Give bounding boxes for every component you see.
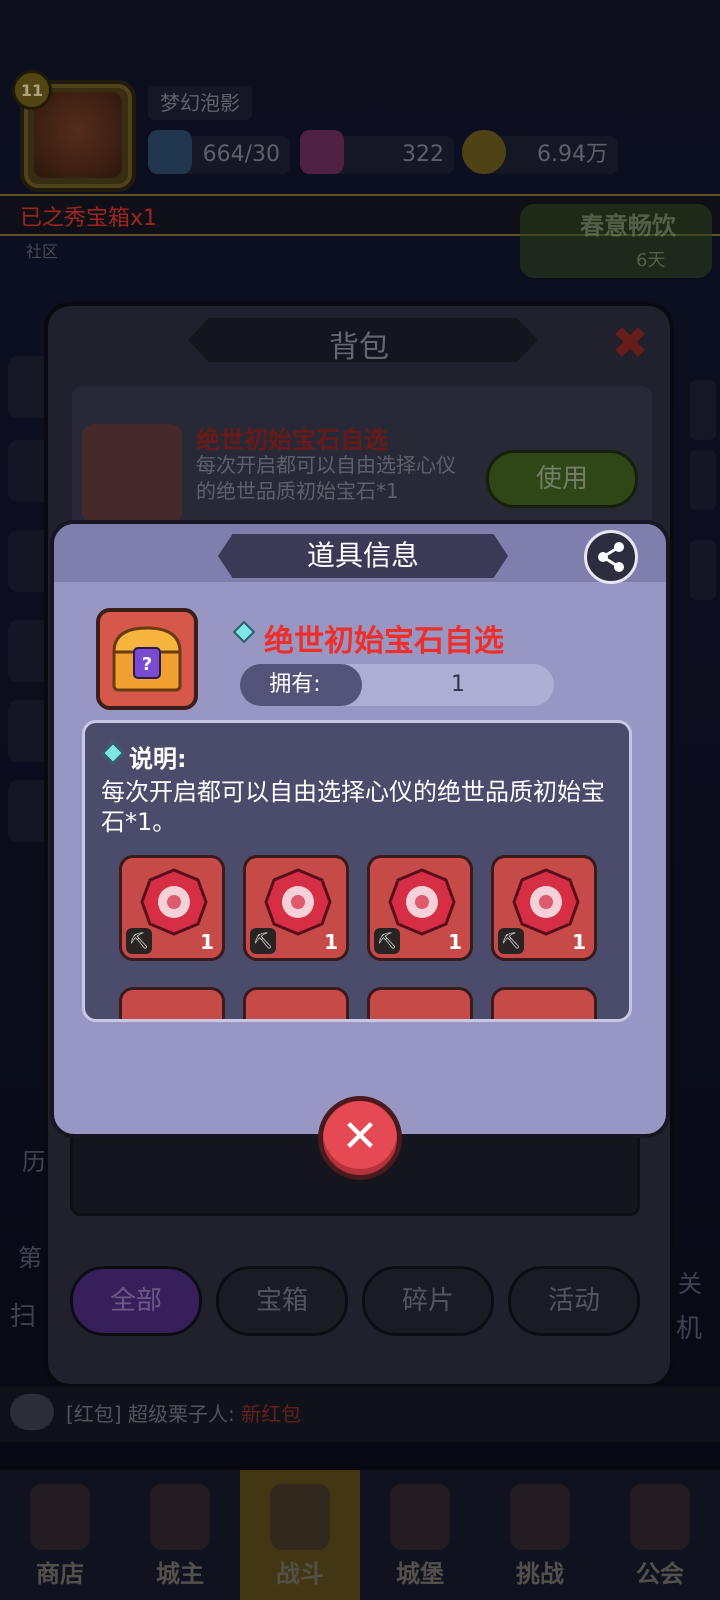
close-icon: ✕: [341, 1111, 379, 1162]
gem-options-grid: ⛏ 1 ⛏ 1 ⛏ 1 ⛏ 1: [119, 855, 619, 1019]
pickaxe-icon: ⛏: [126, 928, 152, 954]
item-name: 绝世初始宝石自选: [264, 624, 504, 659]
owned-count-bar: 拥有: 1: [240, 664, 554, 706]
pickaxe-icon: ⛏: [498, 928, 524, 954]
gem-count: 1: [324, 930, 338, 954]
share-icon: [598, 542, 624, 572]
pickaxe-icon: ⛏: [250, 928, 276, 954]
owned-value: 1: [451, 672, 465, 697]
svg-text:?: ?: [142, 654, 152, 675]
gem-option[interactable]: [491, 987, 597, 1019]
red-gem-icon: [264, 868, 332, 936]
diamond-bullet-icon: [101, 741, 125, 765]
close-button[interactable]: ✕: [318, 1096, 402, 1180]
gem-option[interactable]: [367, 987, 473, 1019]
gem-option[interactable]: ⛏ 1: [119, 855, 225, 961]
diamond-bullet-icon: [232, 620, 256, 644]
red-gem-icon: [388, 868, 456, 936]
gem-option[interactable]: [243, 987, 349, 1019]
gem-option[interactable]: ⛏ 1: [243, 855, 349, 961]
dialog-title: 道具信息: [306, 539, 419, 572]
gem-count: 1: [572, 930, 586, 954]
item-icon: ?: [96, 608, 198, 710]
share-button[interactable]: [584, 530, 638, 584]
chest-icon: ?: [112, 626, 182, 692]
gem-option[interactable]: ⛏ 1: [491, 855, 597, 961]
owned-label: 拥有:: [269, 672, 321, 697]
description-box[interactable]: 说明: 每次开启都可以自由选择心仪的绝世品质初始宝石*1。 ⛏ 1 ⛏ 1 ⛏ …: [82, 720, 632, 1022]
description-heading: 说明:: [129, 745, 187, 773]
gem-option[interactable]: ⛏ 1: [367, 855, 473, 961]
pickaxe-icon: ⛏: [374, 928, 400, 954]
description-text: 每次开启都可以自由选择心仪的绝世品质初始宝石*1。: [101, 778, 605, 836]
red-gem-icon: [140, 868, 208, 936]
gem-option[interactable]: [119, 987, 225, 1019]
red-gem-icon: [512, 868, 580, 936]
item-info-dialog: 道具信息 ? 绝世初始宝石自选 拥有: 1 说明: 每次开启都可以自由选择心仪的…: [50, 520, 670, 1138]
gem-count: 1: [200, 930, 214, 954]
gem-count: 1: [448, 930, 462, 954]
